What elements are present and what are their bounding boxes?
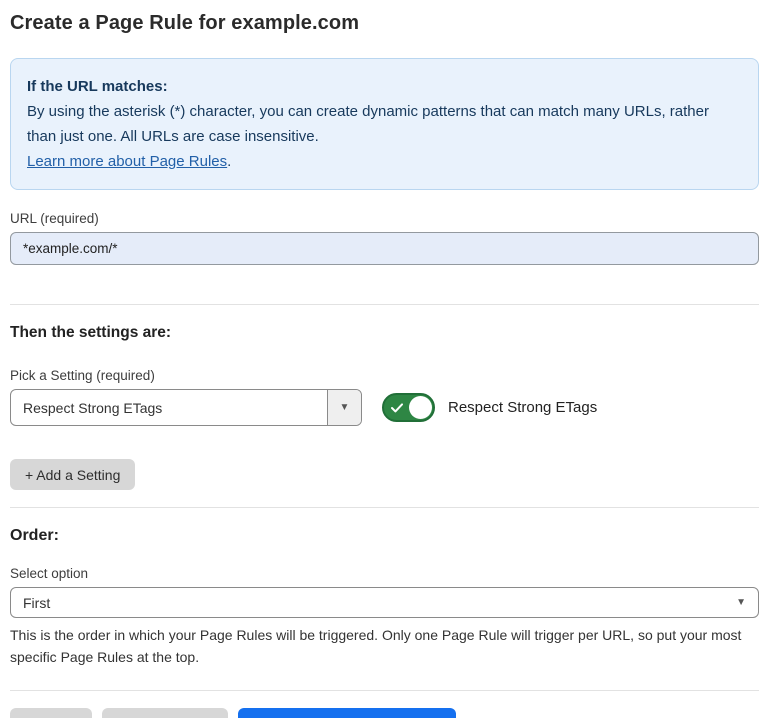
learn-more-link[interactable]: Learn more about Page Rules bbox=[27, 153, 227, 170]
info-box-body: By using the asterisk (*) character, you… bbox=[27, 99, 742, 149]
order-dropdown[interactable]: First ▼ bbox=[10, 587, 759, 618]
page-rule-form: Create a Page Rule for example.com If th… bbox=[0, 0, 769, 718]
setting-dropdown-value: Respect Strong ETags bbox=[11, 390, 327, 425]
order-select-label: Select option bbox=[10, 566, 759, 581]
page-title: Create a Page Rule for example.com bbox=[10, 12, 759, 35]
toggle-label: Respect Strong ETags bbox=[448, 399, 597, 416]
setting-dropdown[interactable]: Respect Strong ETags ▼ bbox=[10, 389, 362, 426]
url-input[interactable] bbox=[10, 232, 759, 265]
order-dropdown-value: First bbox=[23, 595, 50, 611]
setting-toggle[interactable] bbox=[382, 393, 435, 422]
url-field-label: URL (required) bbox=[10, 211, 759, 226]
pick-setting-label: Pick a Setting (required) bbox=[10, 368, 759, 383]
divider bbox=[10, 507, 759, 508]
divider bbox=[10, 690, 759, 691]
url-match-info-box: If the URL matches: By using the asteris… bbox=[10, 58, 759, 190]
link-suffix: . bbox=[227, 153, 231, 170]
chevron-down-icon: ▼ bbox=[340, 402, 350, 413]
save-and-deploy-button[interactable]: Save and Deploy Page Rule bbox=[238, 708, 456, 718]
check-icon bbox=[391, 403, 403, 413]
order-help-text: This is the order in which your Page Rul… bbox=[10, 624, 755, 668]
setting-dropdown-arrow-box[interactable]: ▼ bbox=[327, 390, 361, 425]
cancel-button[interactable]: Cancel bbox=[10, 708, 92, 718]
chevron-down-icon: ▼ bbox=[736, 597, 746, 608]
order-section-heading: Order: bbox=[10, 527, 759, 545]
info-box-link-line: Learn more about Page Rules. bbox=[27, 149, 742, 174]
setting-row: Respect Strong ETags ▼ Respect Strong ET… bbox=[10, 389, 759, 426]
footer-actions: Cancel Save as Draft Save and Deploy Pag… bbox=[10, 708, 759, 718]
save-as-draft-button[interactable]: Save as Draft bbox=[102, 708, 229, 718]
info-box-heading: If the URL matches: bbox=[27, 74, 742, 99]
toggle-knob bbox=[409, 396, 432, 419]
divider bbox=[10, 304, 759, 305]
add-setting-button[interactable]: + Add a Setting bbox=[10, 459, 135, 490]
settings-section-heading: Then the settings are: bbox=[10, 324, 759, 342]
